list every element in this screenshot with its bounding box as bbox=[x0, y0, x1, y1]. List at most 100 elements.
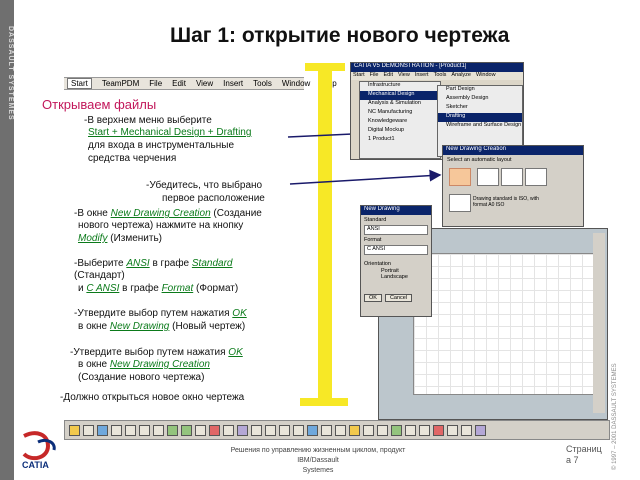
sub-item-assembly-design[interactable]: Assembly Design bbox=[438, 95, 522, 104]
start-item-product1[interactable]: 1 Product1 bbox=[360, 136, 440, 145]
step6-ok-link[interactable]: OK bbox=[228, 347, 242, 358]
print-icon[interactable] bbox=[111, 424, 122, 436]
win2-label: Select an automatic layout bbox=[447, 157, 512, 163]
win1-menu-view[interactable]: View bbox=[398, 72, 410, 80]
menu-start[interactable]: Start bbox=[67, 78, 92, 89]
cut-icon[interactable] bbox=[125, 424, 136, 436]
step6-line2: в окне New Drawing Creation bbox=[78, 359, 210, 372]
zoom-out-icon[interactable] bbox=[293, 424, 304, 436]
step4-cansi-link[interactable]: C ANSI bbox=[86, 283, 119, 294]
step5-line2-prefix: в окне bbox=[78, 321, 108, 332]
start-item-infrastructure[interactable]: Infrastructure bbox=[360, 82, 440, 91]
start-item-dmu[interactable]: Digital Mockup bbox=[360, 127, 440, 136]
step6-line2-prefix: в окне bbox=[78, 359, 108, 370]
rotate-icon[interactable] bbox=[265, 424, 276, 436]
start-item-knowledgeware[interactable]: Knowledgeware bbox=[360, 118, 440, 127]
win1-menu-analyze[interactable]: Analyze bbox=[451, 72, 471, 80]
step6-creation-link[interactable]: New Drawing Creation bbox=[110, 359, 210, 370]
step5-ok-link[interactable]: OK bbox=[232, 308, 246, 319]
win3-format-select[interactable]: C ANSI bbox=[364, 245, 428, 255]
step4-standard-link[interactable]: Standard bbox=[192, 258, 233, 269]
frame-icon[interactable] bbox=[475, 424, 486, 436]
zoom-in-icon[interactable] bbox=[279, 424, 290, 436]
win3-standard-select[interactable]: ANSI bbox=[364, 225, 428, 235]
analysis-icon[interactable] bbox=[419, 424, 430, 436]
win1-menu-edit[interactable]: Edit bbox=[384, 72, 393, 80]
win1-menu-window[interactable]: Window bbox=[476, 72, 496, 80]
menu-view[interactable]: View bbox=[196, 79, 213, 88]
paste-icon[interactable] bbox=[153, 424, 164, 436]
step6-line3: (Создание нового чертежа) bbox=[78, 372, 205, 383]
layout-option-empty[interactable] bbox=[449, 168, 471, 186]
copy-icon[interactable] bbox=[139, 424, 150, 436]
step1-link-line: Start + Mechanical Design + Drafting bbox=[88, 127, 251, 140]
step5-prefix: -Утвердите выбор путем нажатия bbox=[74, 308, 230, 319]
layout-option-3[interactable] bbox=[525, 168, 547, 186]
step4-format-link[interactable]: Format bbox=[162, 283, 194, 294]
sub-item-wireframe[interactable]: Wireframe and Surface Design bbox=[438, 122, 522, 131]
win3-format-label: Format bbox=[364, 237, 382, 243]
win3-titlebar: New Drawing bbox=[361, 206, 431, 215]
page-title: Шаг 1: открытие нового чертежа bbox=[170, 24, 510, 47]
menu-teampdm[interactable]: TeamPDM bbox=[102, 79, 139, 88]
sub-item-part-design[interactable]: Part Design bbox=[438, 86, 522, 95]
step1-link[interactable]: Start + Mechanical Design + Drafting bbox=[88, 127, 251, 138]
step3-modify-link[interactable]: Modify bbox=[78, 233, 107, 244]
pan-icon[interactable] bbox=[251, 424, 262, 436]
step1-line2: для входа в инструментальные bbox=[88, 140, 235, 151]
fx-icon[interactable] bbox=[209, 424, 220, 436]
step3-link[interactable]: New Drawing Creation bbox=[111, 208, 211, 219]
footer-text: Решения по управлению жизненным циклом, … bbox=[218, 446, 418, 476]
step4-prefix: -Выберите bbox=[74, 258, 124, 269]
step4-mid: в графе bbox=[152, 258, 190, 269]
save-icon[interactable] bbox=[97, 424, 108, 436]
swap-icon[interactable] bbox=[335, 424, 346, 436]
step5-line2-suffix: (Новый чертеж) bbox=[172, 321, 246, 332]
redo-icon[interactable] bbox=[181, 424, 192, 436]
undo-icon[interactable] bbox=[167, 424, 178, 436]
help-icon[interactable] bbox=[195, 424, 206, 436]
menu-insert[interactable]: Insert bbox=[223, 79, 243, 88]
menu-tools[interactable]: Tools bbox=[253, 79, 272, 88]
open-icon[interactable] bbox=[83, 424, 94, 436]
grid-icon[interactable] bbox=[391, 424, 402, 436]
menu-window[interactable]: Window bbox=[282, 79, 310, 88]
layout-option-2[interactable] bbox=[501, 168, 523, 186]
new-drawing-creation-screenshot: New Drawing Creation Select an automatic… bbox=[442, 145, 584, 227]
sheet-icon[interactable] bbox=[461, 424, 472, 436]
new-icon[interactable] bbox=[69, 424, 80, 436]
snap-icon[interactable] bbox=[405, 424, 416, 436]
win2-info: Drawing standard is ISO, with format A0 … bbox=[473, 196, 539, 208]
section-title: Открываем файлы bbox=[42, 97, 157, 112]
win1-menu-start[interactable]: Start bbox=[353, 72, 365, 80]
win1-menu-tools[interactable]: Tools bbox=[434, 72, 447, 80]
menu-file[interactable]: File bbox=[149, 79, 162, 88]
arrow-to-layout bbox=[289, 169, 442, 185]
step3-line1: -В окне New Drawing Creation (Создание bbox=[74, 208, 262, 221]
menu-edit[interactable]: Edit bbox=[172, 79, 186, 88]
win3-ok-button[interactable]: OK bbox=[364, 294, 382, 302]
win1-menu-insert[interactable]: Insert bbox=[415, 72, 429, 80]
sub-item-drafting[interactable]: Drafting bbox=[438, 113, 522, 122]
start-item-mechanical-design[interactable]: Mechanical Design bbox=[360, 91, 440, 100]
properties-icon[interactable] bbox=[447, 424, 458, 436]
step4-ansi-link[interactable]: ANSI bbox=[126, 258, 149, 269]
step5-line1: -Утвердите выбор путем нажатия OK bbox=[74, 308, 247, 321]
dimension-icon[interactable] bbox=[363, 424, 374, 436]
sub-item-sketcher[interactable]: Sketcher bbox=[438, 104, 522, 113]
text-icon[interactable] bbox=[377, 424, 388, 436]
sketch-icon[interactable] bbox=[349, 424, 360, 436]
fit-icon[interactable] bbox=[237, 424, 248, 436]
win1-menu-file[interactable]: File bbox=[370, 72, 379, 80]
view-icon[interactable] bbox=[307, 424, 318, 436]
start-item-analysis[interactable]: Analysis & Simulation bbox=[360, 100, 440, 109]
win3-cancel-button[interactable]: Cancel bbox=[384, 294, 413, 302]
layout-option-1[interactable] bbox=[477, 168, 499, 186]
step1-prefix: -В верхнем меню выберите bbox=[84, 115, 212, 126]
hide-icon[interactable] bbox=[321, 424, 332, 436]
select-icon[interactable] bbox=[223, 424, 234, 436]
step5-newdrawing-link[interactable]: New Drawing bbox=[110, 321, 169, 332]
start-item-nc[interactable]: NC Manufacturing bbox=[360, 109, 440, 118]
color-icon[interactable] bbox=[433, 424, 444, 436]
step3-prefix: -В окне bbox=[74, 208, 108, 219]
